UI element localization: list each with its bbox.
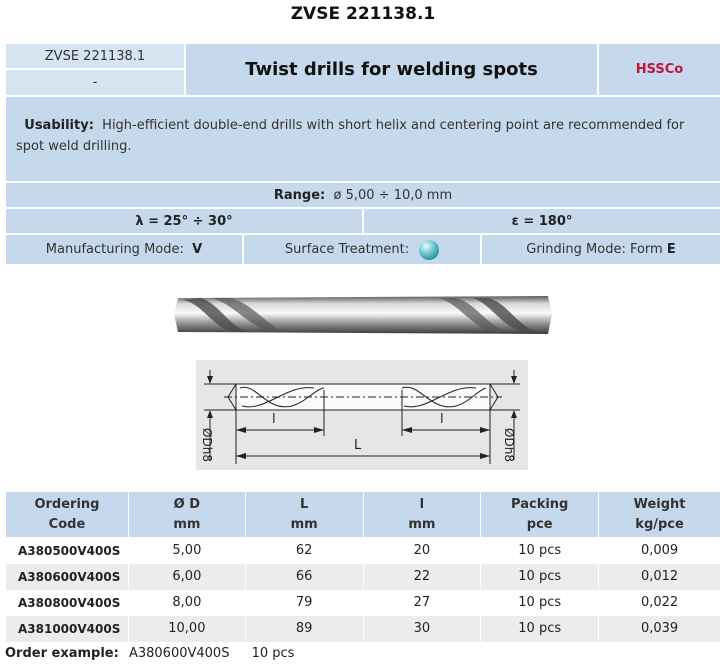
table-row: A381000V400S 10,00 89 30 10 pcs 0,039 [5, 615, 721, 642]
epsilon-angle: ε = 180° [363, 208, 721, 234]
table-row: A380600V400S 6,00 66 22 10 pcs 0,012 [5, 563, 721, 590]
technical-drawing: l l L ØDh8 ØDh8 [196, 360, 528, 470]
header-flute-length: l mm [362, 491, 482, 538]
product-name: Twist drills for welding spots [185, 43, 598, 96]
usability-label: Usability: [24, 118, 94, 133]
order-example-code: A380600V400S [128, 646, 230, 661]
range-row: Range: ø 5,00 ÷ 10,0 mm [5, 182, 721, 208]
dim-L: L [354, 438, 362, 453]
drill-photo [174, 296, 552, 334]
page-title: ZVSE 221138.1 [290, 4, 436, 24]
surface-treatment: Surface Treatment: [243, 234, 481, 265]
product-code-sub: - [5, 69, 185, 96]
table-row: A380800V400S 8,00 79 27 10 pcs 0,022 [5, 589, 721, 616]
material-badge: HSSCo [598, 43, 721, 96]
manufacturing-mode: Manufacturing Mode: V [5, 234, 243, 265]
dim-d-right: ØDh8 [501, 428, 516, 462]
usability-section: Usability: High-efficient double-end dri… [5, 96, 721, 182]
coating-sphere-icon [419, 239, 440, 260]
dim-d-left: ØDh8 [199, 428, 214, 462]
product-table: Ordering Code Ø Dmm Lmm l mm Packing pce We… [5, 491, 721, 642]
dim-l-left: l [272, 412, 276, 427]
range-label: Range: [273, 187, 326, 203]
range-value: ø 5,00 ÷ 10,0 mm [333, 187, 453, 203]
header-ordering-code: Ordering Code [5, 491, 129, 538]
product-code: ZVSE 221138.1 [5, 43, 185, 69]
order-example-label: Order example: [5, 646, 119, 661]
table-header-row: Ordering Code Ø Dmm Lmm l mm Packing pce We… [5, 491, 721, 538]
order-example-qty: 10 pcs [251, 646, 295, 661]
header-diameter: Ø Dmm [127, 491, 246, 538]
header-weight: Weight kg/pce [598, 491, 721, 538]
header-length: Lmm [244, 491, 364, 538]
order-example: Order example: A380600V400S 10 pcs [5, 646, 294, 661]
lambda-angle: λ = 25° ÷ 30° [5, 208, 363, 234]
usability-text: High-efficient double-end drills with sh… [16, 118, 685, 154]
dim-l-right: l [440, 412, 444, 427]
grinding-mode: Grinding Mode: Form E [481, 234, 721, 265]
header-packing: Packing pce [480, 491, 600, 538]
table-row: A380500V400S 5,00 62 20 10 pcs 0,009 [5, 537, 721, 564]
